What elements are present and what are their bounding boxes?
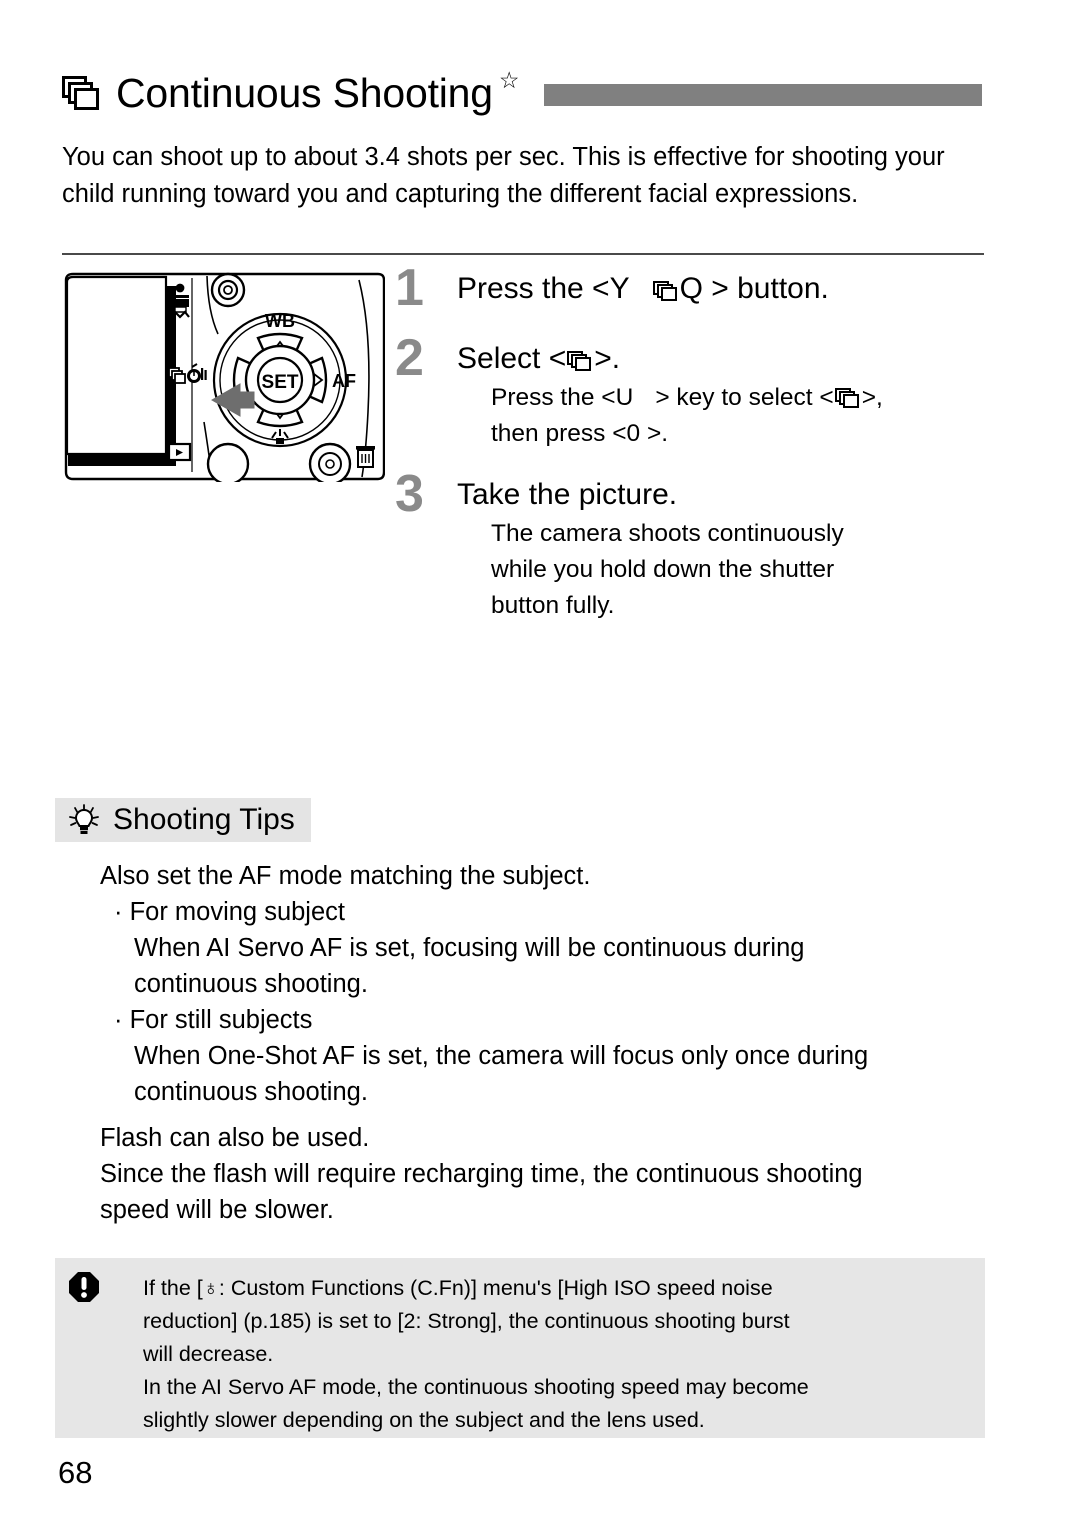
tips-line-7: continuous shooting. [134, 1078, 368, 1106]
warning-icon [69, 1272, 99, 1302]
horizontal-rule [62, 253, 984, 255]
continuous-drive-icon-inline [834, 387, 861, 409]
step-2-title: Select < >. [457, 338, 995, 380]
step-3-number: 3 [395, 465, 424, 523]
step-3: 3 Take the picture. The camera shoots co… [395, 468, 995, 624]
title-star-icon: ☆ [498, 67, 520, 94]
tips-line-2: · For moving subject [114, 898, 345, 926]
step-2-line1-pre: Press the <U [491, 384, 634, 411]
lightbulb-icon [69, 804, 99, 834]
shooting-tips-body: Also set the AF mode matching the subjec… [100, 858, 990, 1228]
continuous-drive-icon-inline [567, 350, 593, 372]
step-3-body: The camera shoots continuously while you… [457, 516, 995, 624]
tips-line-1: Also set the AF mode matching the subjec… [100, 862, 591, 890]
step-2-title-post: >. [594, 342, 621, 375]
step-3-body-line-1: The camera shoots continuously [491, 520, 844, 547]
caution-line-3: will decrease. [143, 1342, 274, 1366]
top-round-button [210, 272, 246, 308]
step-2-body-line-1: Press the <U > key to select < >, [491, 380, 995, 416]
title-decorative-bar [543, 84, 982, 106]
page-number: 68 [58, 1455, 93, 1490]
tips-line-4: continuous shooting. [134, 970, 368, 998]
lcd-screen [65, 275, 176, 466]
step-3-title: Take the picture. [457, 478, 678, 511]
step-3-body-line-3: button fully. [491, 592, 615, 619]
tips-line-3: When AI Servo AF is set, focusing will b… [134, 934, 805, 962]
tips-line-5: · For still subjects [114, 1006, 313, 1034]
step-1-title-pre: Press the <Y [457, 272, 630, 305]
page-title: Continuous Shooting ☆ [116, 67, 520, 116]
tips-line-6: When One-Shot AF is set, the camera will… [134, 1042, 869, 1070]
step-2-body-line-2: then press <0 >. [491, 420, 669, 447]
caution-line-5: slightly slower depending on the subject… [143, 1408, 705, 1432]
step-2-number: 2 [395, 329, 424, 387]
bottom-left-button [206, 442, 250, 486]
intro-paragraph: You can shoot up to about 3.4 shots per … [62, 143, 945, 208]
tips-line-10: speed will be slower. [100, 1196, 334, 1224]
camera-back-diagram: SET WB AF [62, 272, 386, 486]
tips-spacer [100, 1110, 990, 1120]
step-1: 1 Press the <Y Q > button. [395, 262, 995, 314]
caution-box: If the [♁: Custom Functions (C.Fn)] menu… [55, 1258, 985, 1438]
wb-label: WB [265, 311, 295, 331]
step-1-title: Press the <Y Q > button. [457, 268, 995, 310]
caution-line-4: In the AI Servo AF mode, the continuous … [143, 1375, 809, 1399]
continuous-drive-icon [62, 74, 102, 112]
page-title-text: Continuous Shooting [116, 69, 493, 116]
shooting-tips-header: Shooting Tips [55, 798, 311, 842]
step-1-number: 1 [395, 259, 424, 317]
set-button-label: SET [262, 372, 299, 393]
tips-line-8: Flash can also be used. [100, 1124, 370, 1152]
caution-text: If the [♁: Custom Functions (C.Fn)] menu… [143, 1272, 973, 1437]
trash-icon [356, 446, 375, 468]
af-label: AF [332, 371, 356, 391]
step-2-title-pre: Select < [457, 342, 567, 375]
step-1-title-post: Q > button. [679, 272, 829, 305]
caution-line-1: If the [♁: Custom Functions (C.Fn)] menu… [143, 1276, 773, 1300]
step-2: 2 Select < >. Press the <U > key to select… [395, 332, 995, 452]
shooting-tips-title: Shooting Tips [113, 803, 295, 836]
caution-line-2: reduction] (p.185) is set to [2: Strong]… [143, 1309, 790, 1333]
continuous-drive-icon-inline [652, 280, 679, 302]
playback-icon [167, 442, 192, 462]
step-2-line1-mid: > key to select < [655, 384, 834, 411]
step-3-body-line-2: while you hold down the shutter [491, 556, 835, 583]
step-2-body: Press the <U > key to select < >, then pre… [457, 380, 995, 452]
page-title-row: Continuous Shooting ☆ [62, 62, 982, 124]
step-2-line1-post: >, [861, 384, 883, 411]
tips-line-9: Since the flash will require recharging … [100, 1160, 863, 1188]
bottom-right-button [308, 442, 352, 486]
instruction-steps: 1 Press the <Y Q > button. 2 Select < >. P… [395, 262, 995, 628]
